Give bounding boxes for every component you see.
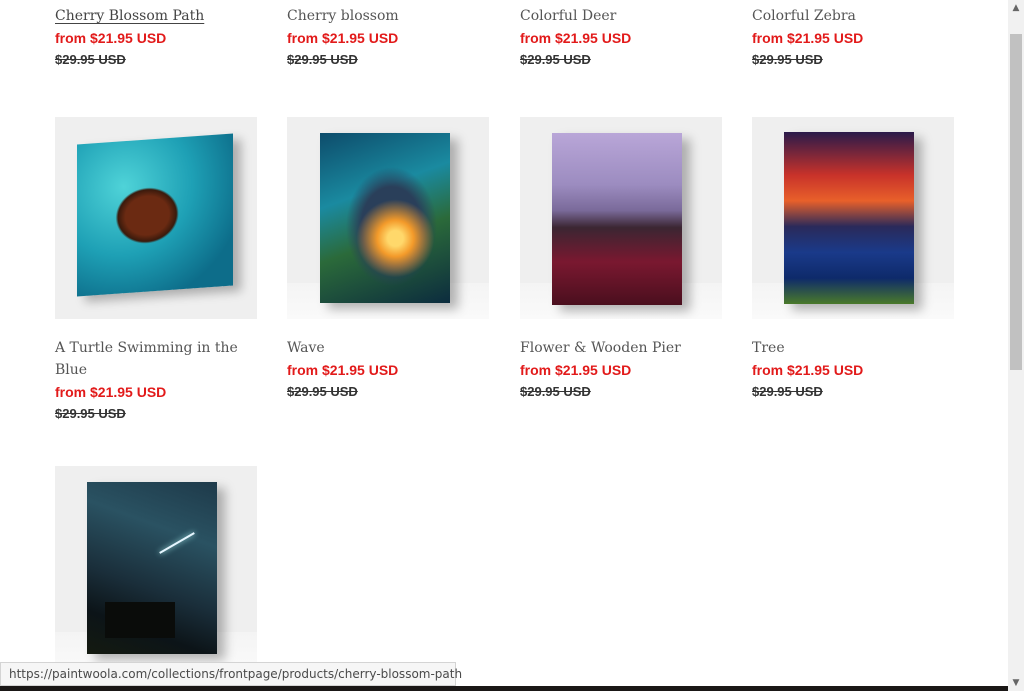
product-card[interactable]: Wave from $21.95 USD $29.95 USD [287,117,489,402]
product-image[interactable] [287,117,489,319]
product-card[interactable]: Cherry blossom from $21.95 USD $29.95 US… [287,0,489,70]
product-grid-page: Cherry Blossom Path from $21.95 USD $29.… [0,0,1008,691]
product-title-link[interactable]: Colorful Deer [520,5,722,27]
sale-price: from $21.95 USD [55,384,167,400]
product-card[interactable]: Tree from $21.95 USD $29.95 USD [752,117,954,402]
product-title-link[interactable]: Flower & Wooden Pier [520,337,722,359]
product-image[interactable] [520,117,722,319]
sale-price: from $21.95 USD [752,362,864,378]
original-price: $29.95 USD [752,52,823,67]
sale-price: from $21.95 USD [520,362,632,378]
original-price: $29.95 USD [55,406,126,421]
scroll-down-arrow-icon[interactable]: ▼ [1008,675,1024,691]
product-card[interactable]: Flower & Wooden Pier from $21.95 USD $29… [520,117,722,402]
product-card[interactable]: A Turtle Swimming in the Blue from $21.9… [55,117,257,424]
sale-price: from $21.95 USD [520,30,632,46]
product-title-link[interactable]: A Turtle Swimming in the Blue [55,337,257,381]
product-title-link[interactable]: Wave [287,337,489,359]
scroll-up-arrow-icon[interactable]: ▲ [1008,0,1024,16]
product-card[interactable]: Colorful Deer from $21.95 USD $29.95 USD [520,0,722,70]
sale-price: from $21.95 USD [287,30,399,46]
night-sky-church-painting-image [87,482,217,654]
product-card[interactable]: Colorful Zebra from $21.95 USD $29.95 US… [752,0,954,70]
scrollbar-thumb[interactable] [1010,34,1022,370]
original-price: $29.95 USD [55,52,126,67]
product-image[interactable] [752,117,954,319]
original-price: $29.95 USD [752,384,823,399]
vertical-scrollbar[interactable]: ▲ ▼ [1008,0,1024,691]
status-bar-url: https://paintwoola.com/collections/front… [0,662,462,686]
tree-painting-image [784,132,914,304]
product-image[interactable] [55,466,257,668]
pier-painting-image [552,133,682,305]
product-title-link[interactable]: Cherry Blossom Path [55,5,257,27]
product-card[interactable]: Cherry Blossom Path from $21.95 USD $29.… [55,0,257,70]
product-title-link[interactable]: Colorful Zebra [752,5,954,27]
turtle-painting-image [77,133,233,297]
sale-price: from $21.95 USD [287,362,399,378]
wave-painting-image [320,133,450,303]
product-title-link[interactable]: Tree [752,337,954,359]
product-card[interactable] [55,466,257,668]
original-price: $29.95 USD [520,52,591,67]
taskbar-strip [0,686,1008,691]
sale-price: from $21.95 USD [752,30,864,46]
sale-price: from $21.95 USD [55,30,167,46]
original-price: $29.95 USD [520,384,591,399]
original-price: $29.95 USD [287,384,358,399]
product-image[interactable] [55,117,257,319]
product-title-link[interactable]: Cherry blossom [287,5,489,27]
original-price: $29.95 USD [287,52,358,67]
